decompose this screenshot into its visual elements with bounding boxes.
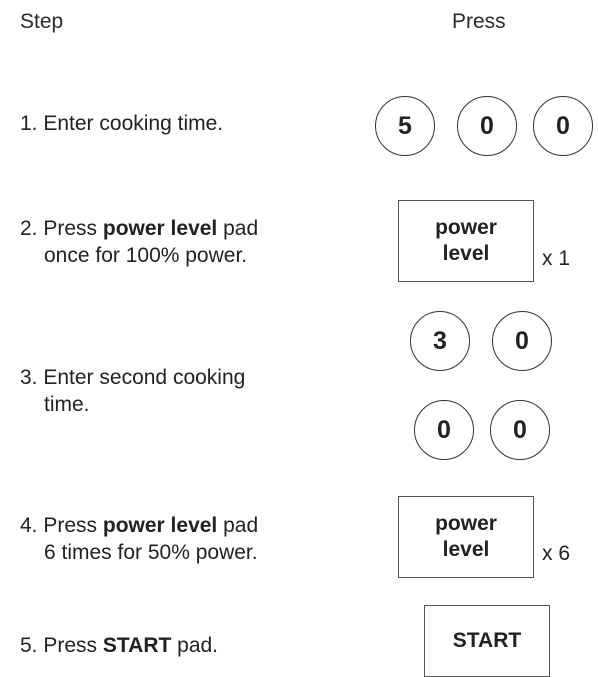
keypad-digit-3[interactable]: 3 xyxy=(410,311,470,371)
step-instruction: Enter cooking time. xyxy=(43,112,224,135)
press-multiplier: x 1 xyxy=(542,247,571,270)
step-detail: 6 times for 50% power. xyxy=(44,541,258,564)
step-key-name: power level xyxy=(102,514,218,537)
step-detail: time. xyxy=(44,393,90,416)
keypad-digit-5[interactable]: 5 xyxy=(375,96,435,156)
power-level-label-top: power xyxy=(435,216,497,239)
step-3-text: 3. Enter second cooking time. xyxy=(20,364,245,418)
step-suffix: pad xyxy=(217,514,259,537)
step-number: 2. xyxy=(20,217,38,240)
step-prefix: Press xyxy=(43,514,103,537)
power-level-label-top: power xyxy=(435,512,497,535)
step-5-text: 5. Press START pad. xyxy=(20,632,218,659)
press-column-header: Press xyxy=(452,10,506,33)
step-key-name: START xyxy=(102,634,172,657)
keypad-digit-0[interactable]: 0 xyxy=(490,400,550,460)
step-suffix: pad. xyxy=(171,634,219,657)
step-suffix: pad xyxy=(217,217,259,240)
step-2-text: 2. Press power level pad once for 100% p… xyxy=(20,215,258,269)
power-level-label-bottom: level xyxy=(442,242,490,265)
step-number: 3. xyxy=(20,366,38,389)
power-level-button[interactable]: power level xyxy=(398,496,534,578)
step-number: 5. xyxy=(20,634,38,657)
step-4-text: 4. Press power level pad 6 times for 50%… xyxy=(20,512,258,566)
power-level-label-bottom: level xyxy=(442,538,490,561)
keypad-digit-0[interactable]: 0 xyxy=(492,311,552,371)
power-level-button[interactable]: power level xyxy=(398,200,534,282)
step-column-header: Step xyxy=(20,10,64,33)
keypad-digit-0[interactable]: 0 xyxy=(414,400,474,460)
keypad-digit-0[interactable]: 0 xyxy=(533,96,593,156)
step-instruction: Enter second cooking xyxy=(43,366,246,389)
start-button[interactable]: START xyxy=(424,605,550,677)
step-1-text: 1. Enter cooking time. xyxy=(20,110,223,137)
step-detail: once for 100% power. xyxy=(44,244,248,267)
step-key-name: power level xyxy=(102,217,218,240)
step-number: 1. xyxy=(20,112,38,135)
step-number: 4. xyxy=(20,514,38,537)
press-multiplier: x 6 xyxy=(542,542,571,565)
step-prefix: Press xyxy=(43,634,103,657)
step-prefix: Press xyxy=(43,217,103,240)
keypad-digit-0[interactable]: 0 xyxy=(457,96,517,156)
